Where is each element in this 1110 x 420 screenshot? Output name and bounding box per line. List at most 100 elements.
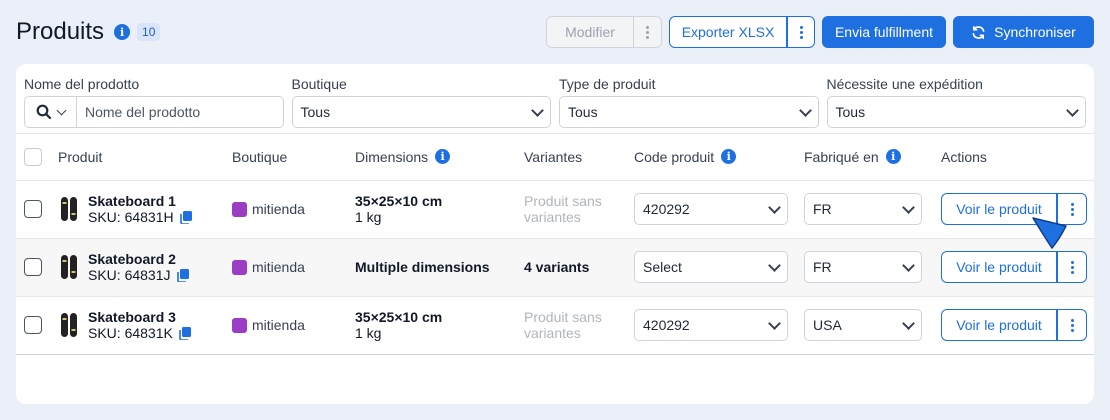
kebab-icon	[1070, 260, 1074, 274]
header-actions: Modifier Exporter XLSX Envia fulfillment…	[546, 16, 1094, 48]
sku-text: SKU: 64831J	[88, 267, 171, 283]
row-checkbox[interactable]	[24, 200, 42, 218]
shop-name: mitienda	[252, 201, 305, 217]
page-title: Produits	[16, 18, 105, 45]
column-code: Code produit i	[634, 148, 737, 165]
page-header: Produits i 10 Modifier Exporter XLSX Env…	[16, 14, 1094, 50]
filter-label: Nécessite une expédition	[826, 76, 983, 92]
row-actions: Voir le produit	[941, 251, 1087, 283]
info-icon[interactable]: i	[885, 149, 901, 165]
product-code-value: 420292	[643, 201, 690, 217]
row-checkbox[interactable]	[24, 258, 42, 276]
shop-color-badge	[232, 259, 247, 275]
column-label: Code produit	[634, 148, 715, 165]
filter-label: Type de produit	[559, 76, 656, 92]
filter-needs-shipping: Nécessite une expédition Tous	[826, 75, 1086, 133]
made-in-select[interactable]: FR	[804, 251, 922, 283]
table-row: Skateboard 1 SKU: 64831H mitienda 35×25×…	[16, 180, 1094, 239]
made-in-select[interactable]: FR	[804, 193, 922, 225]
product-code-value: 420292	[643, 317, 690, 333]
filter-shop: Boutique Tous	[291, 75, 551, 133]
product-code-select[interactable]: 420292	[634, 309, 788, 341]
info-icon[interactable]: i	[721, 149, 737, 165]
kebab-icon	[1070, 318, 1074, 332]
variants-text: Produit sans variantes	[524, 193, 602, 225]
chevron-down-icon	[902, 258, 915, 272]
table-header-row: Produit Boutique Dimensions i Variantes …	[16, 134, 1094, 181]
product-count-badge: 10	[137, 23, 161, 41]
column-actions: Actions	[941, 134, 1094, 181]
chevron-down-icon	[531, 103, 544, 117]
product-code-select[interactable]: Select	[634, 251, 788, 283]
info-icon[interactable]: i	[435, 149, 451, 165]
row-more-button[interactable]	[1057, 251, 1087, 283]
export-more-button[interactable]	[787, 16, 815, 48]
column-shop: Boutique	[232, 134, 355, 181]
row-checkbox[interactable]	[24, 316, 42, 334]
kebab-icon	[646, 25, 649, 39]
product-type-select-value: Tous	[568, 104, 598, 120]
view-product-button[interactable]: Voir le produit	[941, 251, 1057, 283]
product-name-input[interactable]	[77, 97, 283, 127]
chevron-down-icon	[1066, 103, 1079, 117]
sku-text: SKU: 64831H	[88, 209, 174, 225]
shop-cell: mitienda	[232, 201, 355, 217]
filter-product-type: Type de produit Tous	[559, 75, 819, 133]
dimensions-weight: 1 kg	[355, 209, 382, 225]
product-cell: Skateboard 3 SKU: 64831K	[58, 309, 232, 341]
kebab-icon	[1070, 202, 1074, 216]
product-name[interactable]: Skateboard 1	[88, 193, 192, 209]
filter-label: Nome del prodotto	[24, 76, 140, 92]
made-in-select[interactable]: USA	[804, 309, 922, 341]
filter-label: Boutique	[291, 76, 347, 92]
search-mode-dropdown[interactable]	[25, 97, 77, 127]
envia-fulfillment-button[interactable]: Envia fulfillment	[822, 16, 946, 48]
copy-icon[interactable]	[179, 210, 192, 224]
view-product-button[interactable]: Voir le produit	[941, 309, 1057, 341]
shop-select[interactable]: Tous	[291, 96, 551, 128]
shop-name: mitienda	[252, 259, 305, 275]
select-all-checkbox[interactable]	[24, 147, 42, 166]
product-code-select[interactable]: 420292	[634, 193, 788, 225]
modify-more-button[interactable]	[634, 16, 662, 48]
table-row: Skateboard 2 SKU: 64831J mitienda Multip…	[16, 238, 1094, 297]
skateboard-icon	[61, 255, 77, 279]
dimensions-main: 35×25×10 cm	[355, 309, 443, 325]
column-label: Dimensions	[355, 148, 429, 165]
product-name[interactable]: Skateboard 3	[88, 309, 191, 325]
synchronize-button[interactable]: Synchroniser	[953, 16, 1094, 48]
product-sku: SKU: 64831K	[88, 325, 191, 341]
made-in-value: FR	[813, 259, 832, 275]
filters-bar: Nome del prodotto Boutique Tous Type de …	[16, 64, 1094, 134]
export-button-group: Exporter XLSX	[669, 16, 815, 48]
row-more-button[interactable]	[1057, 309, 1087, 341]
products-card: Nome del prodotto Boutique Tous Type de …	[16, 64, 1094, 404]
shop-cell: mitienda	[232, 317, 355, 333]
chevron-down-icon	[768, 316, 781, 330]
chevron-down-icon	[902, 200, 915, 214]
dimensions-main: 35×25×10 cm	[355, 193, 443, 209]
copy-icon[interactable]	[176, 268, 189, 282]
column-variants: Variantes	[524, 134, 634, 181]
shop-select-value: Tous	[300, 104, 331, 120]
needs-shipping-select[interactable]: Tous	[826, 96, 1086, 128]
product-name[interactable]: Skateboard 2	[88, 251, 189, 267]
sku-text: SKU: 64831K	[88, 325, 173, 341]
chevron-down-icon	[798, 103, 812, 117]
dimensions-main: Multiple dimensions	[355, 259, 490, 275]
skateboard-icon	[61, 197, 77, 221]
copy-icon[interactable]	[179, 326, 191, 340]
cursor-pointer-icon	[1032, 217, 1067, 249]
product-type-select[interactable]: Tous	[559, 96, 819, 128]
variants-text: 4 variants	[524, 259, 590, 275]
modify-button-group: Modifier	[546, 16, 662, 48]
column-dimensions: Dimensions i	[355, 148, 451, 165]
modify-button[interactable]: Modifier	[546, 16, 634, 48]
shop-color-badge	[232, 201, 247, 217]
column-made-in: Fabriqué en i	[804, 149, 901, 165]
export-xlsx-button[interactable]: Exporter XLSX	[669, 16, 787, 48]
table-row: Skateboard 3 SKU: 64831K mitienda 35×25×…	[16, 296, 1094, 355]
info-icon[interactable]: i	[114, 24, 131, 40]
product-code-value: Select	[643, 259, 682, 275]
column-label: Fabriqué en	[804, 148, 879, 165]
